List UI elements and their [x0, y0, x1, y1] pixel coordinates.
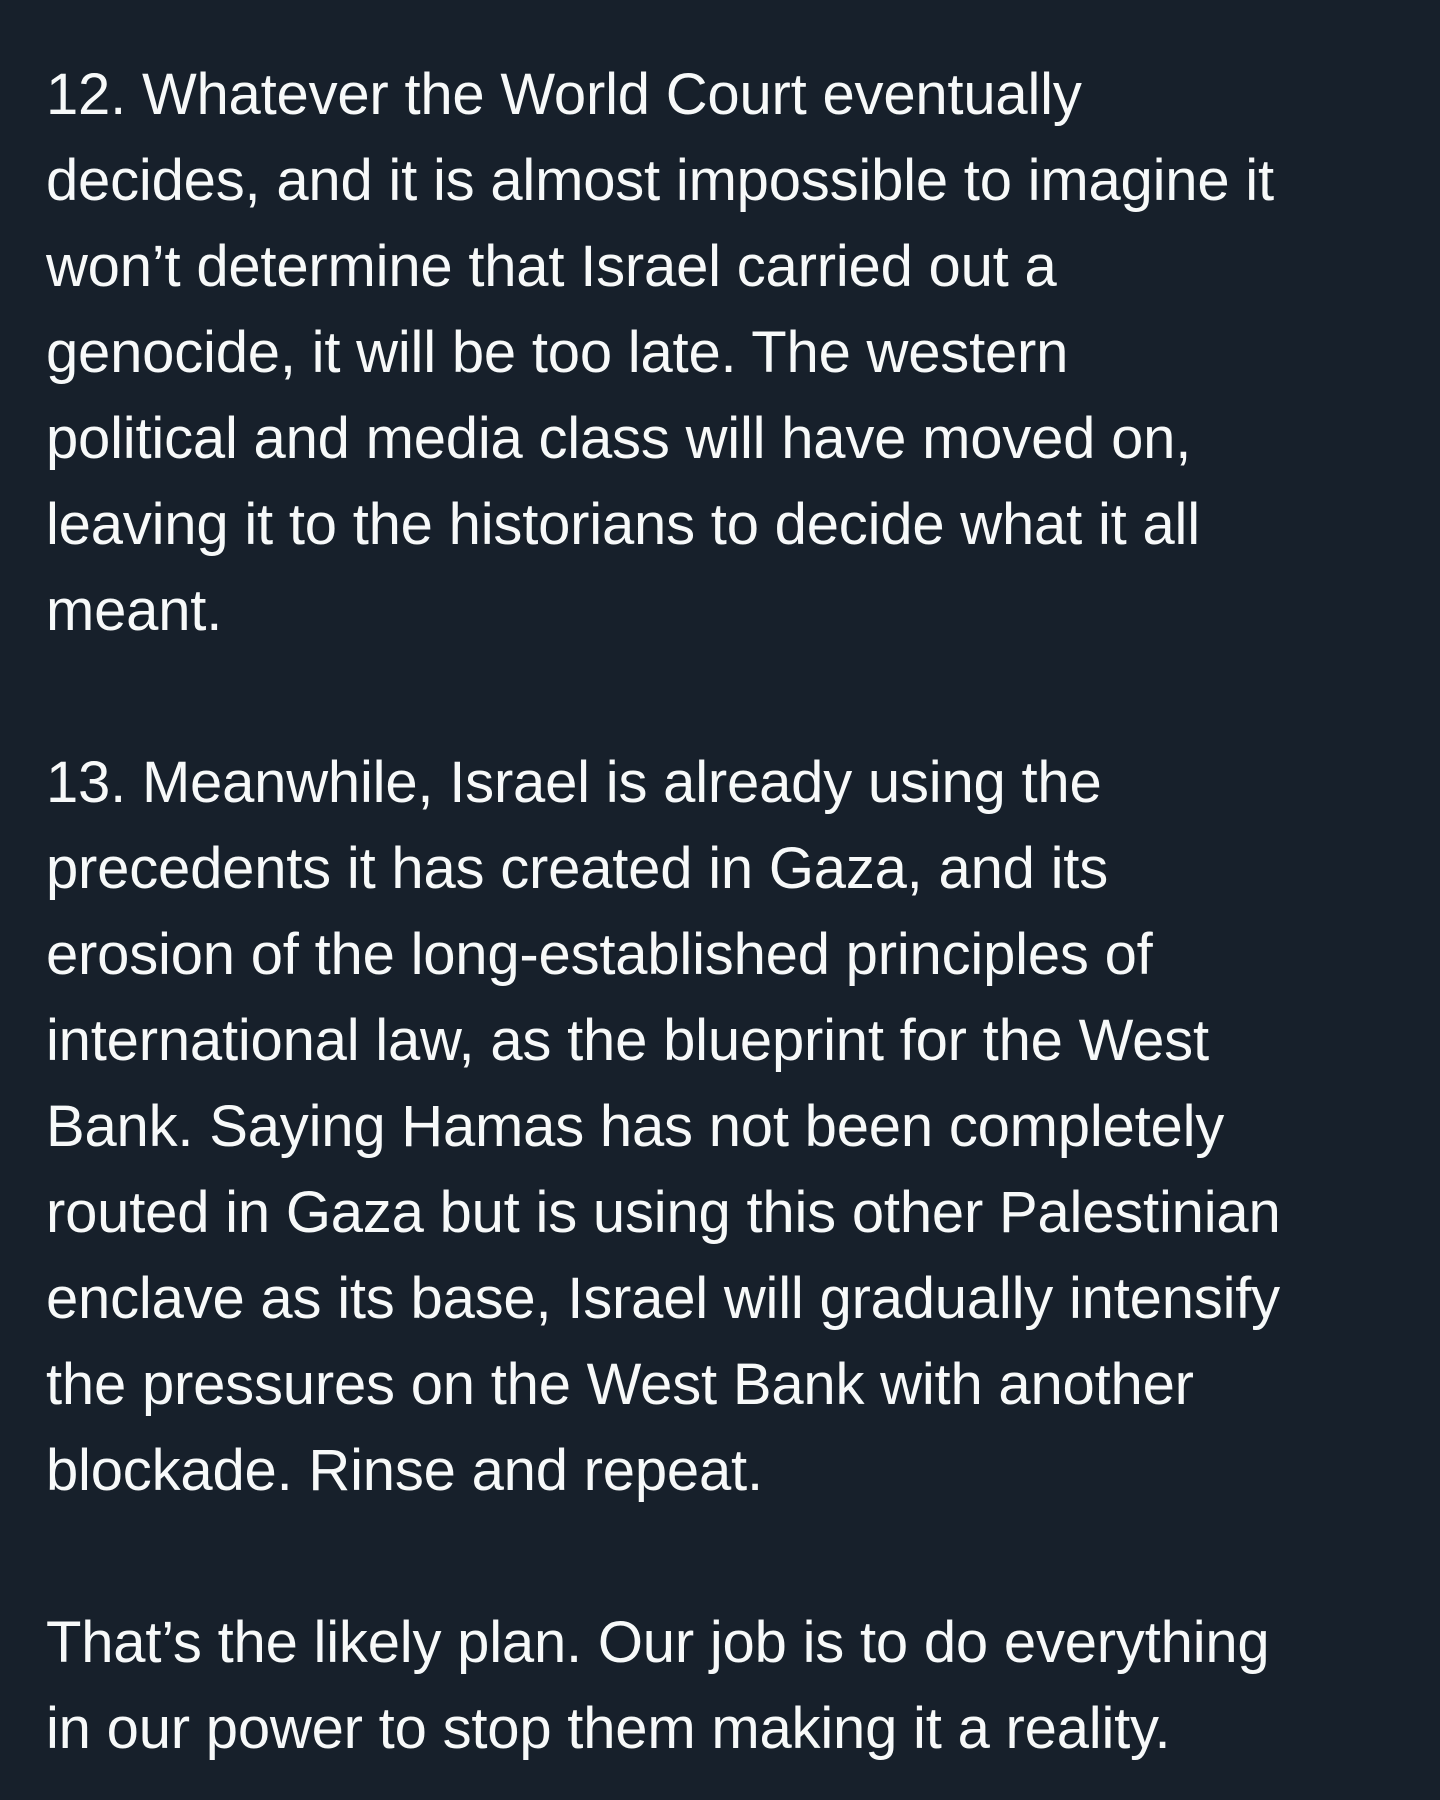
post-paragraph-13: 13. Meanwhile, Israel is already using t…	[46, 750, 1281, 1503]
post-text-screenshot: 12. Whatever the World Court eventually …	[0, 0, 1440, 1800]
post-paragraph-12: 12. Whatever the World Court eventually …	[46, 62, 1274, 643]
post-closing-paragraph: That’s the likely plan. Our job is to do…	[46, 1610, 1270, 1761]
paragraph-spacing	[46, 1514, 1400, 1600]
paragraph-spacing	[46, 654, 1400, 740]
